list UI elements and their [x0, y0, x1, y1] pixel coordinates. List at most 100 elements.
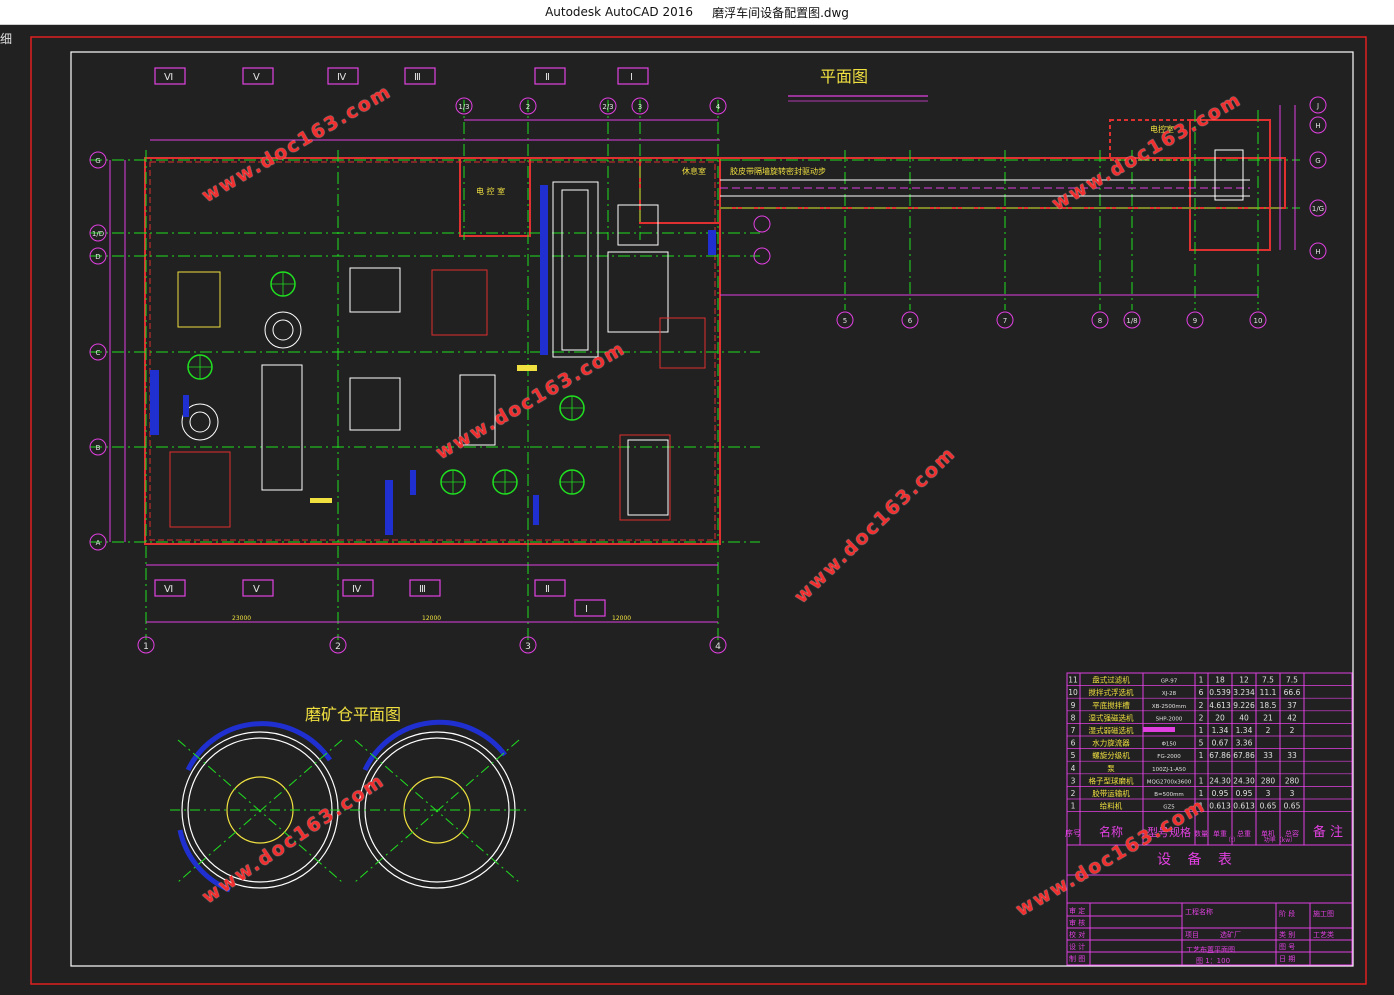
table-cell: 280 — [1285, 776, 1300, 785]
title-block-label: 审 定 — [1069, 906, 1085, 915]
table-cell: 10 — [1068, 688, 1078, 697]
table-cell: 给料机 — [1100, 801, 1123, 811]
axis-bubble-label: 7 — [1003, 317, 1007, 325]
axis-bubble-label: 2 — [526, 103, 530, 111]
stage-value: 施工图 — [1313, 909, 1334, 918]
table-cell: 5 — [1071, 751, 1076, 760]
axis-bubble-label: C — [96, 349, 101, 357]
plan-title: 平面图 — [820, 67, 868, 86]
axis-bubble-label: 1/G — [1312, 205, 1324, 213]
table-cell: 9 — [1071, 701, 1076, 710]
table-cell: 12 — [1239, 676, 1249, 685]
section-marks-top — [154, 67, 649, 85]
table-cell: XB-2500mm — [1152, 704, 1186, 710]
table-cell: FG-2000 — [1157, 754, 1181, 760]
bin-plan-title: 磨矿仓平面图 — [305, 705, 401, 724]
table-cell: 18 — [1215, 676, 1225, 685]
table-cell: 1.34 — [1236, 726, 1253, 735]
table-header-cell: 数量 — [1194, 829, 1208, 838]
table-cell: 24.30 — [1233, 776, 1255, 785]
section-mark-bottom: Ⅱ — [545, 584, 550, 595]
axis-bubble-label: 2 — [335, 642, 341, 652]
table-cell: 湿式强磁选机 — [1089, 712, 1134, 722]
axis-bubble-label: G — [95, 157, 100, 165]
table-cell: 2 — [1266, 726, 1271, 735]
table-cell: 21 — [1263, 713, 1273, 722]
axis-bubble-label: 3 — [525, 642, 531, 652]
table-cell: 7 — [1071, 726, 1076, 735]
table-cell: 5 — [1199, 739, 1204, 748]
control-room-label: 电 控 室 — [476, 186, 505, 196]
table-cell: 3.36 — [1236, 739, 1253, 748]
project-label: 工程名称 — [1185, 907, 1213, 916]
title-block-label: 设 计 — [1069, 942, 1085, 951]
table-cell: 9.226 — [1233, 701, 1255, 710]
axis-bubble-label: 2/3 — [602, 103, 613, 111]
drawing-canvas[interactable]: 平面图 23000 12000 12000 Ⅵ Ⅴ Ⅳ Ⅲ Ⅱ Ⅰ Ⅵ Ⅴ Ⅳ … — [0, 25, 1394, 995]
table-cell: 100ZJ-1-A50 — [1152, 767, 1186, 773]
table-cell: 11.1 — [1260, 688, 1277, 697]
table-header-cell: 序号 — [1065, 828, 1081, 838]
axis-bubble-label: 3 — [638, 103, 642, 111]
table-cell: 40 — [1239, 713, 1249, 722]
table-cell: 7.5 — [1262, 676, 1274, 685]
drawing-name: 工艺布置平面图 — [1186, 945, 1235, 954]
axis-bubble-label: 1/D — [92, 230, 104, 238]
section-mark-top: Ⅲ — [414, 72, 421, 83]
table-cell: 平底搅拌槽 — [1092, 700, 1130, 710]
table-cell: 4 — [1071, 764, 1076, 773]
table-cell: 0.65 — [1284, 802, 1301, 811]
axis-bubble-label: H — [1315, 248, 1320, 256]
table-cell: 湿式弱磁选机 — [1089, 725, 1134, 735]
table-cell: 2 — [1290, 726, 1295, 735]
table-cell: 33 — [1263, 751, 1273, 760]
table-cell: 3.234 — [1233, 688, 1255, 697]
section-marks-bottom — [154, 579, 606, 617]
title-block-label: 审 核 — [1069, 918, 1085, 927]
section-mark-top: Ⅱ — [545, 72, 550, 83]
axis-bubble-label: 1/3 — [458, 103, 469, 111]
axis-bubble-label: 6 — [908, 317, 913, 325]
table-cell: 24.30 — [1209, 776, 1231, 785]
section-mark-top: Ⅳ — [337, 72, 347, 83]
table-cell: 0.67 — [1212, 739, 1229, 748]
item-label: 项目 — [1185, 931, 1199, 939]
title-block-label: 制 图 — [1069, 954, 1085, 963]
table-cell: 1 — [1199, 751, 1204, 760]
table-cell: 3 — [1071, 776, 1076, 785]
axis-bubbles-right — [836, 311, 1267, 329]
stage-label: 阶 段 — [1279, 909, 1295, 918]
axis-bubble-label: A — [96, 539, 101, 547]
axis-bubble-label: 1 — [143, 642, 149, 652]
table-cell: 20 — [1215, 713, 1225, 722]
flotation-cells — [187, 271, 585, 495]
table-cell: 280 — [1261, 776, 1276, 785]
table-cell: 水力旋流器 — [1092, 738, 1130, 748]
table-cell: 2 — [1199, 713, 1204, 722]
dim-bottom-3: 12000 — [612, 615, 631, 622]
table-cell: 盘式过滤机 — [1092, 675, 1130, 685]
table-cell: 1 — [1199, 726, 1204, 735]
category-value: 工艺类 — [1313, 930, 1334, 939]
section-mark-bottom: Ⅲ — [419, 584, 426, 595]
equipment-table-text: 11 盘式过滤机 GP-97 1 18 12 7.5 7.510 搅拌式浮选机 XJ-28 6 0.5… — [1065, 675, 1343, 844]
table-cell: 8 — [1071, 713, 1076, 722]
section-mark-bottom: Ⅴ — [253, 584, 260, 595]
table-cell: 0.95 — [1212, 789, 1229, 798]
dim-bottom-2: 12000 — [422, 615, 441, 622]
app-name: Autodesk AutoCAD 2016 — [545, 5, 693, 19]
table-cell: 0.539 — [1209, 688, 1231, 697]
axis-bubble-label: H — [1315, 122, 1320, 130]
table-cell: 33 — [1287, 751, 1297, 760]
section-mark-bottom: Ⅰ — [585, 604, 588, 615]
table-cell: 0.95 — [1236, 789, 1253, 798]
window-titlebar: Autodesk AutoCAD 2016 磨浮车间设备配置图.dwg — [0, 0, 1394, 25]
table-header-cell: 名称 — [1099, 824, 1123, 839]
table-cell: 胶带运输机 — [1092, 788, 1130, 798]
axis-bubble-label: D — [95, 253, 100, 261]
table-cell: 1 — [1199, 676, 1204, 685]
table-cell: B=500mm — [1154, 792, 1184, 798]
table-cell: 搅拌式浮选机 — [1089, 687, 1134, 697]
table-cell: 0.613 — [1209, 802, 1231, 811]
axis-bubble-label: B — [96, 444, 101, 452]
